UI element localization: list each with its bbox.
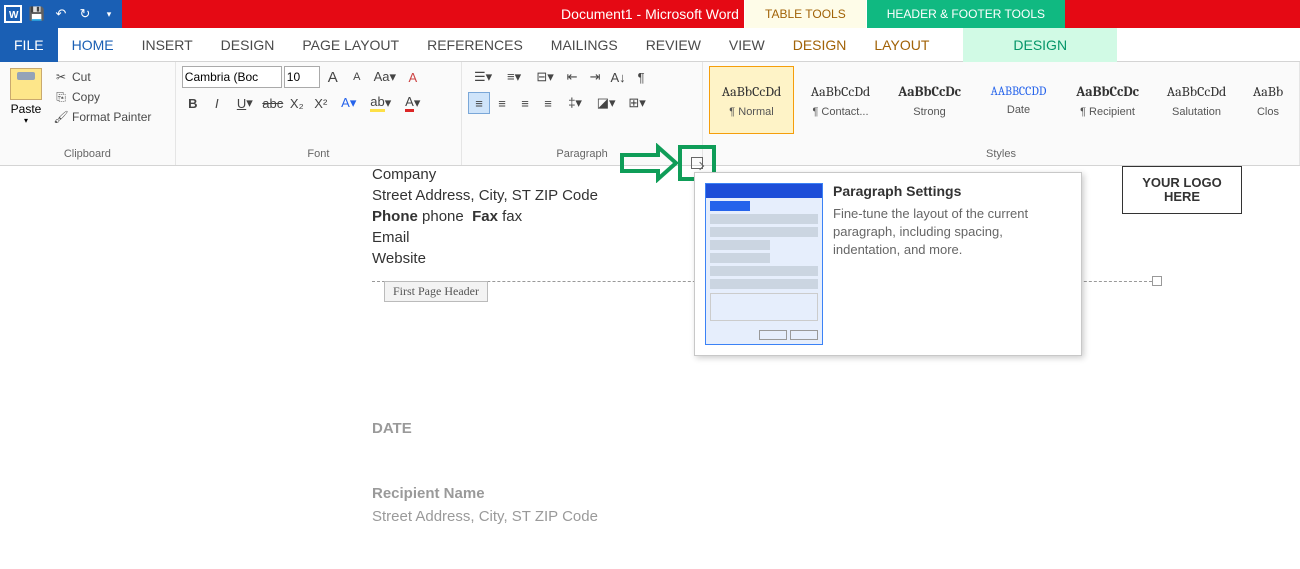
font-color-icon[interactable]: A▾ [398, 92, 428, 114]
word-icon: W [4, 5, 22, 23]
redo-icon[interactable]: ↻ [76, 5, 94, 23]
tab-design[interactable]: DESIGN [207, 28, 289, 62]
logo-placeholder[interactable]: YOUR LOGO HERE [1122, 166, 1242, 214]
chevron-down-icon: ▾ [24, 116, 28, 125]
tooltip-preview-image [705, 183, 823, 345]
tab-insert[interactable]: INSERT [128, 28, 207, 62]
style-strong[interactable]: AaBbCcDcStrong [887, 66, 972, 134]
shrink-font-icon[interactable]: A [346, 66, 368, 88]
undo-icon[interactable]: ↶ [52, 5, 70, 23]
qat-customize-icon[interactable]: ▾ [100, 5, 118, 23]
svg-text:W: W [9, 10, 19, 21]
font-group: A A Aa▾ A B I U▾ abc X₂ X² A▾ ab▾ A▾ Fon… [176, 62, 462, 165]
document-area: YOUR LOGO HERE Company Street Address, C… [0, 166, 1300, 569]
grow-font-icon[interactable]: A [322, 66, 344, 88]
contextual-tool-tabs: TABLE TOOLS HEADER & FOOTER TOOLS [744, 0, 1065, 28]
multilevel-list-icon[interactable]: ⊟▾ [530, 66, 560, 88]
underline-button[interactable]: U▾ [230, 92, 260, 114]
italic-button[interactable]: I [206, 92, 228, 114]
subscript-button[interactable]: X₂ [286, 92, 308, 114]
tab-view[interactable]: VIEW [715, 28, 779, 62]
paste-button[interactable]: Paste ▾ [4, 64, 48, 145]
tab-hf-design[interactable]: DESIGN [963, 28, 1117, 62]
superscript-button[interactable]: X² [310, 92, 332, 114]
decrease-indent-icon[interactable]: ⇤ [561, 66, 583, 88]
line-spacing-icon[interactable]: ‡▾ [560, 92, 590, 114]
increase-indent-icon[interactable]: ⇥ [584, 66, 606, 88]
borders-icon[interactable]: ⊞▾ [622, 92, 652, 114]
header-footer-tools-tab: HEADER & FOOTER TOOLS [866, 0, 1065, 28]
tab-file[interactable]: FILE [0, 28, 58, 62]
scissors-icon: ✂ [54, 70, 68, 84]
show-marks-icon[interactable]: ¶ [630, 66, 652, 88]
cut-button[interactable]: ✂Cut [52, 68, 153, 86]
justify-icon[interactable]: ≡ [537, 92, 559, 114]
bullets-icon[interactable]: ☰▾ [468, 66, 498, 88]
date-placeholder[interactable]: DATE [372, 420, 1152, 437]
font-size-select[interactable] [284, 66, 320, 88]
title-bar: W 💾 ↶ ↻ ▾ Document1 - Microsoft Word TAB… [0, 0, 1300, 28]
sort-icon[interactable]: A↓ [607, 66, 629, 88]
shading-icon[interactable]: ◪▾ [591, 92, 621, 114]
style-normal[interactable]: AaBbCcDd¶ Normal [709, 66, 794, 134]
anchor-marker-icon [1152, 276, 1162, 286]
tooltip-description: Fine-tune the layout of the current para… [833, 205, 1071, 260]
styles-group: AaBbCcDd¶ Normal AaBbCcDd¶ Contact... Aa… [703, 62, 1300, 165]
quick-access-toolbar: W 💾 ↶ ↻ ▾ [0, 0, 122, 28]
strikethrough-button[interactable]: abc [262, 92, 284, 114]
tab-mailings[interactable]: MAILINGS [537, 28, 632, 62]
brush-icon: 🖌 [54, 110, 68, 124]
style-contact[interactable]: AaBbCcDd¶ Contact... [798, 66, 883, 134]
recipient-address-placeholder[interactable]: Street Address, City, ST ZIP Code [372, 508, 1152, 525]
save-icon[interactable]: 💾 [28, 5, 46, 23]
font-label: Font [180, 145, 457, 163]
copy-icon: ⎘ [54, 90, 68, 104]
ribbon-tabs: FILE HOME INSERT DESIGN PAGE LAYOUT REFE… [0, 28, 1300, 62]
copy-button[interactable]: ⎘Copy [52, 88, 153, 106]
change-case-icon[interactable]: Aa▾ [370, 66, 400, 88]
highlight-icon[interactable]: ab▾ [366, 92, 396, 114]
bold-button[interactable]: B [182, 92, 204, 114]
tab-home[interactable]: HOME [58, 28, 128, 62]
tab-references[interactable]: REFERENCES [413, 28, 537, 62]
align-left-icon[interactable]: ≡ [468, 92, 490, 114]
tooltip-title: Paragraph Settings [833, 183, 1071, 199]
align-right-icon[interactable]: ≡ [514, 92, 536, 114]
document-title: Document1 - Microsoft Word [561, 6, 739, 22]
clipboard-group: Paste ▾ ✂Cut ⎘Copy 🖌Format Painter Clipb… [0, 62, 176, 165]
recipient-name-placeholder[interactable]: Recipient Name [372, 485, 1152, 502]
tab-review[interactable]: REVIEW [632, 28, 715, 62]
tab-page-layout[interactable]: PAGE LAYOUT [288, 28, 413, 62]
paste-label: Paste [11, 102, 42, 116]
clear-formatting-icon[interactable]: A [402, 66, 424, 88]
styles-label: Styles [707, 145, 1295, 163]
header-tag: First Page Header [384, 281, 488, 302]
style-recipient[interactable]: AaBbCcDc¶ Recipient [1065, 66, 1150, 134]
paste-icon [10, 68, 42, 100]
arrow-icon [620, 143, 680, 183]
align-center-icon[interactable]: ≡ [491, 92, 513, 114]
paragraph-settings-tooltip: Paragraph Settings Fine-tune the layout … [694, 172, 1082, 356]
table-tools-tab: TABLE TOOLS [744, 0, 866, 28]
font-name-select[interactable] [182, 66, 282, 88]
style-salutation[interactable]: AaBbCcDdSalutation [1154, 66, 1239, 134]
text-effects-icon[interactable]: A▾ [334, 92, 364, 114]
tab-table-design[interactable]: DESIGN [779, 28, 861, 62]
numbering-icon[interactable]: ≡▾ [499, 66, 529, 88]
format-painter-button[interactable]: 🖌Format Painter [52, 108, 153, 126]
clipboard-label: Clipboard [4, 145, 171, 163]
style-closing[interactable]: AaBbClos [1243, 66, 1293, 134]
style-date[interactable]: AABBCCDDDate [976, 66, 1061, 134]
tab-table-layout[interactable]: LAYOUT [860, 28, 943, 62]
